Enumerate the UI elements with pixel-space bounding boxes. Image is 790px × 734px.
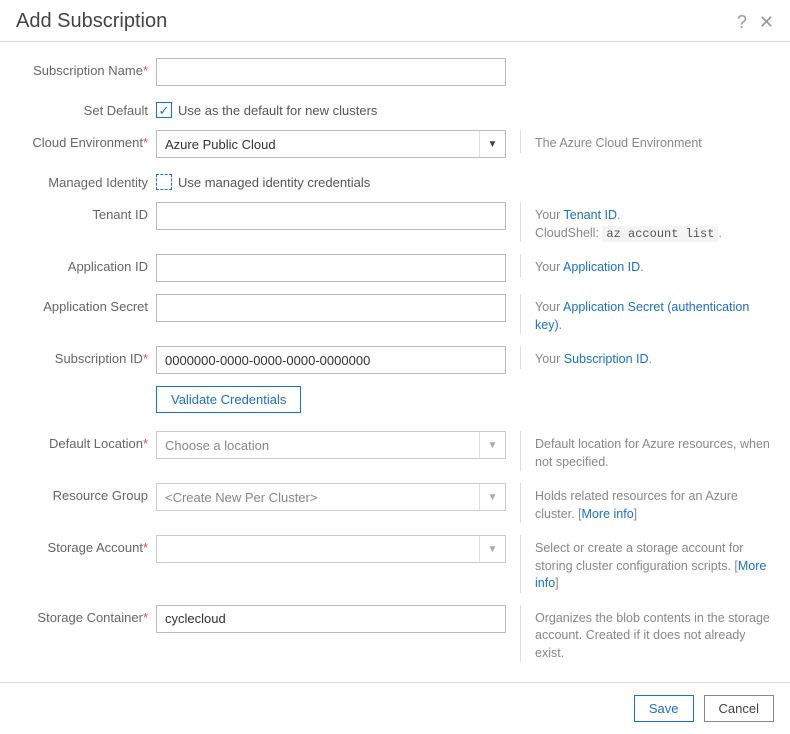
row-storage-container: Storage Container* Organizes the blob co… [16, 605, 774, 663]
default-location-value: Choose a location [157, 438, 479, 453]
application-secret-link[interactable]: Application Secret (authentication key) [535, 300, 749, 332]
checkmark-icon: ✓ [156, 102, 172, 118]
help-storage-container: Organizes the blob contents in the stora… [520, 605, 774, 663]
label-resource-group: Resource Group [16, 483, 156, 503]
label-application-id: Application ID [16, 254, 156, 274]
help-default-location: Default location for Azure resources, wh… [520, 431, 774, 471]
row-cloud-environment: Cloud Environment* Azure Public Cloud ▼ … [16, 130, 774, 158]
storage-container-input[interactable] [156, 605, 506, 633]
row-application-secret: Application Secret Your Application Secr… [16, 294, 774, 334]
managed-identity-checkbox[interactable]: ✓ Use managed identity credentials [156, 170, 370, 190]
label-set-default: Set Default [16, 98, 156, 118]
storage-account-select[interactable]: ▼ [156, 535, 506, 563]
header-icons: ? ✕ [737, 13, 774, 31]
row-validate: Validate Credentials [16, 386, 774, 413]
help-icon[interactable]: ? [737, 13, 747, 31]
help-tenant-id: Your Tenant ID. CloudShell: az account l… [520, 202, 774, 242]
tenant-id-input[interactable] [156, 202, 506, 230]
row-subscription-name: Subscription Name* [16, 58, 774, 86]
cancel-button[interactable]: Cancel [704, 695, 774, 722]
add-subscription-dialog: Add Subscription ? ✕ Subscription Name* … [0, 0, 790, 734]
chevron-down-icon: ▼ [479, 131, 505, 157]
row-resource-group: Resource Group <Create New Per Cluster> … [16, 483, 774, 523]
resource-group-more-info-link[interactable]: More info [582, 507, 634, 521]
subscription-name-input[interactable] [156, 58, 506, 86]
dialog-header: Add Subscription ? ✕ [0, 0, 790, 42]
subscription-id-link[interactable]: Subscription ID [564, 352, 649, 366]
cloud-environment-value: Azure Public Cloud [157, 137, 479, 152]
subscription-id-input[interactable] [156, 346, 506, 374]
close-icon[interactable]: ✕ [759, 13, 774, 31]
dialog-footer: Save Cancel [0, 682, 790, 734]
row-application-id: Application ID Your Application ID. [16, 254, 774, 282]
cloudshell-command: az account list [602, 226, 718, 242]
label-tenant-id: Tenant ID [16, 202, 156, 222]
label-storage-container: Storage Container* [16, 605, 156, 625]
label-storage-account: Storage Account* [16, 535, 156, 555]
managed-identity-checkbox-label: Use managed identity credentials [178, 175, 370, 190]
checkbox-empty-icon: ✓ [156, 174, 172, 190]
label-managed-identity: Managed Identity [16, 170, 156, 190]
dialog-title: Add Subscription [16, 10, 167, 33]
cloud-environment-select[interactable]: Azure Public Cloud ▼ [156, 130, 506, 158]
label-application-secret: Application Secret [16, 294, 156, 314]
label-default-location: Default Location* [16, 431, 156, 451]
row-storage-account: Storage Account* ▼ Select or create a st… [16, 535, 774, 593]
tenant-id-link[interactable]: Tenant ID [564, 208, 618, 222]
save-button[interactable]: Save [634, 695, 694, 722]
chevron-down-icon: ▼ [479, 536, 505, 562]
row-managed-identity: Managed Identity ✓ Use managed identity … [16, 170, 774, 190]
label-subscription-name: Subscription Name* [16, 58, 156, 78]
help-cloud-environment: The Azure Cloud Environment [520, 130, 774, 153]
resource-group-value: <Create New Per Cluster> [157, 490, 479, 505]
help-subscription-id: Your Subscription ID. [520, 346, 774, 369]
validate-credentials-button[interactable]: Validate Credentials [156, 386, 301, 413]
default-location-select[interactable]: Choose a location ▼ [156, 431, 506, 459]
chevron-down-icon: ▼ [479, 484, 505, 510]
set-default-checkbox[interactable]: ✓ Use as the default for new clusters [156, 98, 377, 118]
application-id-input[interactable] [156, 254, 506, 282]
form-body: Subscription Name* Set Default ✓ Use as … [0, 42, 790, 682]
resource-group-select[interactable]: <Create New Per Cluster> ▼ [156, 483, 506, 511]
help-storage-account: Select or create a storage account for s… [520, 535, 774, 593]
label-cloud-environment: Cloud Environment* [16, 130, 156, 150]
application-id-link[interactable]: Application ID [563, 260, 640, 274]
label-subscription-id: Subscription ID* [16, 346, 156, 366]
row-set-default: Set Default ✓ Use as the default for new… [16, 98, 774, 118]
row-subscription-id: Subscription ID* Your Subscription ID. [16, 346, 774, 374]
help-application-secret: Your Application Secret (authentication … [520, 294, 774, 334]
set-default-checkbox-label: Use as the default for new clusters [178, 103, 377, 118]
row-tenant-id: Tenant ID Your Tenant ID. CloudShell: az… [16, 202, 774, 242]
application-secret-input[interactable] [156, 294, 506, 322]
row-default-location: Default Location* Choose a location ▼ De… [16, 431, 774, 471]
help-resource-group: Holds related resources for an Azure clu… [520, 483, 774, 523]
help-application-id: Your Application ID. [520, 254, 774, 277]
chevron-down-icon: ▼ [479, 432, 505, 458]
